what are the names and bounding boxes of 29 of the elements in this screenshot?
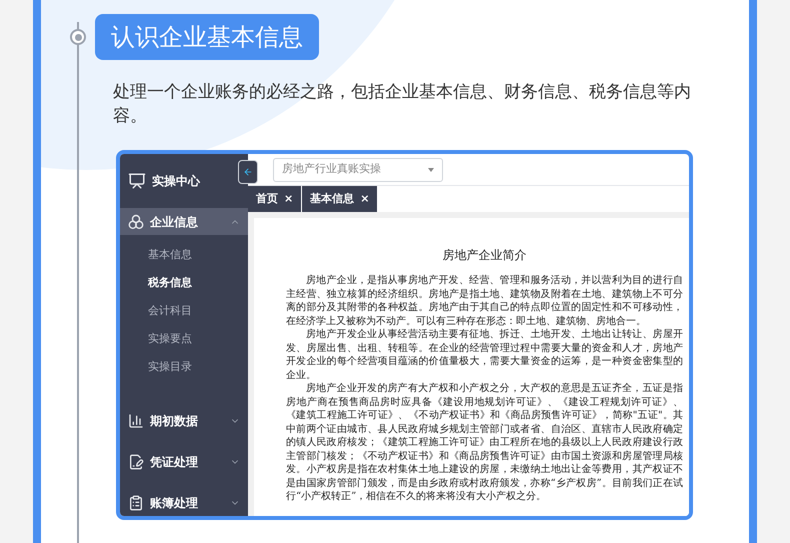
sidebar-subitem[interactable]: 实操目录 (120, 353, 248, 381)
edit-document-icon (128, 454, 144, 470)
sidebar-subitem[interactable]: 基本信息 (120, 241, 248, 269)
document-paragraph: 房地产企业开发的房产有大产权和小产权之分，大产权的意思是五证齐全，五证是指房地产商在预售商品房时应具备《建设用地规划许可证》、《建设工程规划许可证》、《建筑工程施工许可证》、《不动产权证书》和《商品房预售许可证》，简称"五证"。其中前两个证由城市、县人民政府城乡规划主管部门或者省、自治区、直辖市人民政府确定的镇人民政府核发；《建筑工程施工许可证》由工程所在地的县级以上人民政府建设行政主管部门核发；《不动产权证书》和《商品房预售许可证》由市国土资源和房屋管理局核发。小产权房是指在农村集体土地上建设的房屋，未缴纳土地出让金等费用，其产权证不是由国家房管部门颁发，而是由乡政府或村政府颁发，亦称“乡产权房”。目前我们正在试行“小产权转正”，相信在不久的将来将没有大小产权之分。 (286, 382, 683, 504)
arrow-left-icon (243, 167, 253, 177)
sidebar-group[interactable]: 账簿处理 (120, 489, 248, 516)
close-tab-icon[interactable]: × (284, 190, 294, 208)
close-tab-icon[interactable]: × (360, 190, 370, 208)
sidebar-subitem[interactable]: 税务信息 (120, 269, 248, 297)
tab[interactable]: 基本信息 × (302, 186, 378, 212)
sidebar-header: 实操中心 (152, 173, 200, 190)
collapse-sidebar-button[interactable] (238, 160, 258, 184)
document-paragraph: 房地产企业，是指从事房地产开发、经营、管理和服务活动，并以营利为目的进行自主经营、独立核算的经济组织。房地产是指土地、建筑物及附着在土地、建筑物上不可分离的部分及其附带的各种权益。房地产由于其自己的特点即位置的固定性和不可移动性，在经济学上又被称为不动产。可以有三种存在形态：即土地、建筑物、房地合一。 (286, 274, 683, 328)
document-paragraph: 房地产开发企业从事经营活动主要有征地、拆迁、土地开发、土地出让转让、房屋开发、房屋出售、出租、转租等。在企业的经营管理过程中需要大量的资金和人才，房地产开发企业的每个经营项目蕴涵的价值量极大，需要大量资金的运筹，是一种资金密集型的企业。 (286, 328, 683, 382)
dropdown-caret-icon (428, 168, 434, 172)
sidebar-subitem[interactable]: 实操要点 (120, 325, 248, 353)
bar-chart-icon (128, 412, 144, 428)
tab[interactable]: 首页 × (248, 186, 302, 212)
sidebar-group[interactable]: 凭证处理 (120, 448, 248, 475)
sidebar-subitem[interactable]: 会计科目 (120, 297, 248, 325)
sidebar-group[interactable]: 企业信息 (120, 208, 248, 235)
document-title: 房地产企业简介 (442, 247, 528, 264)
industry-dropdown[interactable]: 房地产行业真账实操 (273, 158, 443, 182)
section-description: 处理一个企业账务的必经之路，包括企业基本信息、财务信息、税务信息等内容。 (113, 81, 692, 128)
sidebar-group[interactable]: 期初数据 (120, 407, 248, 434)
presentation-chart-icon (128, 172, 146, 190)
clipboard-icon (128, 494, 144, 510)
section-title: 认识企业基本信息 (95, 14, 319, 60)
circles-icon (128, 214, 144, 230)
